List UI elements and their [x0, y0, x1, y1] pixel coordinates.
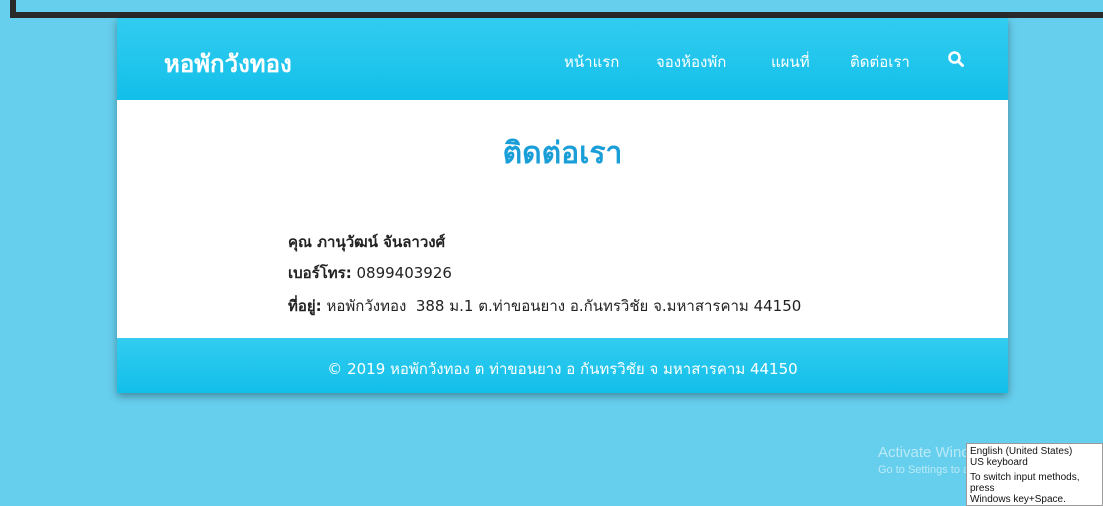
address-label: ที่อยู่: [288, 297, 322, 315]
nav-item-contact[interactable]: ติดต่อเรา [850, 50, 910, 74]
phone-value: 0899403926 [356, 264, 452, 282]
nav-item-map[interactable]: แผนที่ [771, 50, 810, 74]
contact-phone: เบอร์โทร: 0899403926 [288, 261, 452, 285]
address-value: หอพักวังทอง 388 ม.1 ต.ท่าขอนยาง อ.กันทรว… [326, 297, 802, 315]
footer-text: © 2019 หอพักวังทอง ต ท่าขอนยาง อ กันทรวิ… [327, 360, 798, 378]
contact-address: ที่อยู่: หอพักวังทอง 388 ม.1 ต.ท่าขอนยาง… [288, 294, 801, 318]
ime-hint-2: Windows key+Space. [970, 494, 1066, 505]
contact-name: คุณ ภานุวัฒน์ จันลาวงศ์ [288, 230, 445, 254]
footer: © 2019 หอพักวังทอง ต ท่าขอนยาง อ กันทรวิ… [117, 338, 1008, 393]
phone-label: เบอร์โทร: [288, 264, 352, 282]
page-title: ติดต่อเรา [502, 136, 623, 171]
browser-top-strip [0, 0, 1103, 18]
nav-item-booking[interactable]: จองห้องพัก [656, 50, 726, 74]
search-icon[interactable] [947, 50, 965, 68]
ime-keyboard: US keyboard [970, 457, 1028, 468]
contact-name-text: คุณ ภานุวัฒน์ จันลาวงศ์ [288, 233, 446, 251]
navbar: หอพักวังทอง หน้าแรก จองห้องพัก แผนที่ ติ… [117, 18, 1008, 100]
brand-logo[interactable]: หอพักวังทอง [164, 44, 292, 83]
page-card: หอพักวังทอง หน้าแรก จองห้องพัก แผนที่ ติ… [117, 18, 1008, 393]
input-method-tooltip: English (United States) US keyboard To s… [966, 443, 1103, 506]
contact-content: ติดต่อเรา คุณ ภานุวัฒน์ จันลาวงศ์ เบอร์โ… [117, 100, 1008, 338]
nav-item-home[interactable]: หน้าแรก [564, 50, 619, 74]
ime-hint-1: To switch input methods, press [970, 472, 1080, 494]
ime-language: English (United States) [970, 446, 1073, 457]
